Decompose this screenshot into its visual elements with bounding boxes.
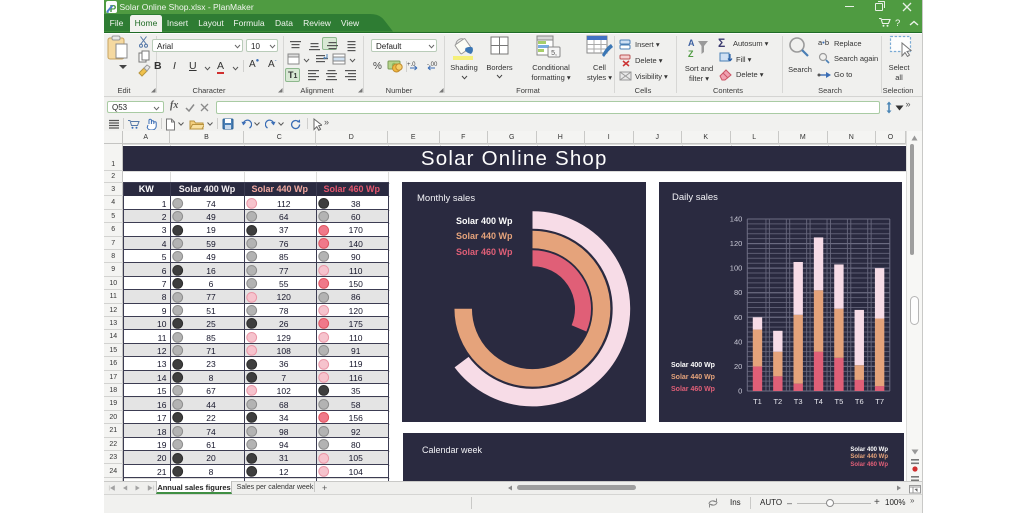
svg-text:0: 0 bbox=[738, 387, 742, 396]
svg-text:T4: T4 bbox=[814, 397, 823, 406]
svg-text:T1: T1 bbox=[753, 397, 762, 406]
svg-text:140: 140 bbox=[730, 215, 743, 224]
svg-text:5,: 5, bbox=[551, 50, 557, 57]
svg-text:T3: T3 bbox=[794, 397, 803, 406]
svg-text:+.0: +.0 bbox=[407, 62, 416, 68]
svg-text:T2: T2 bbox=[774, 397, 783, 406]
svg-text:60: 60 bbox=[734, 313, 742, 322]
svg-text:80: 80 bbox=[734, 288, 742, 297]
svg-text:A: A bbox=[688, 38, 695, 48]
svg-text:100: 100 bbox=[730, 264, 743, 273]
svg-text:20: 20 bbox=[734, 362, 742, 371]
svg-text:40: 40 bbox=[734, 337, 742, 346]
svg-text:Z: Z bbox=[688, 49, 694, 59]
svg-text:T6: T6 bbox=[855, 397, 864, 406]
svg-text:T5: T5 bbox=[835, 397, 844, 406]
svg-text:T7: T7 bbox=[875, 397, 884, 406]
svg-text:120: 120 bbox=[730, 239, 743, 248]
